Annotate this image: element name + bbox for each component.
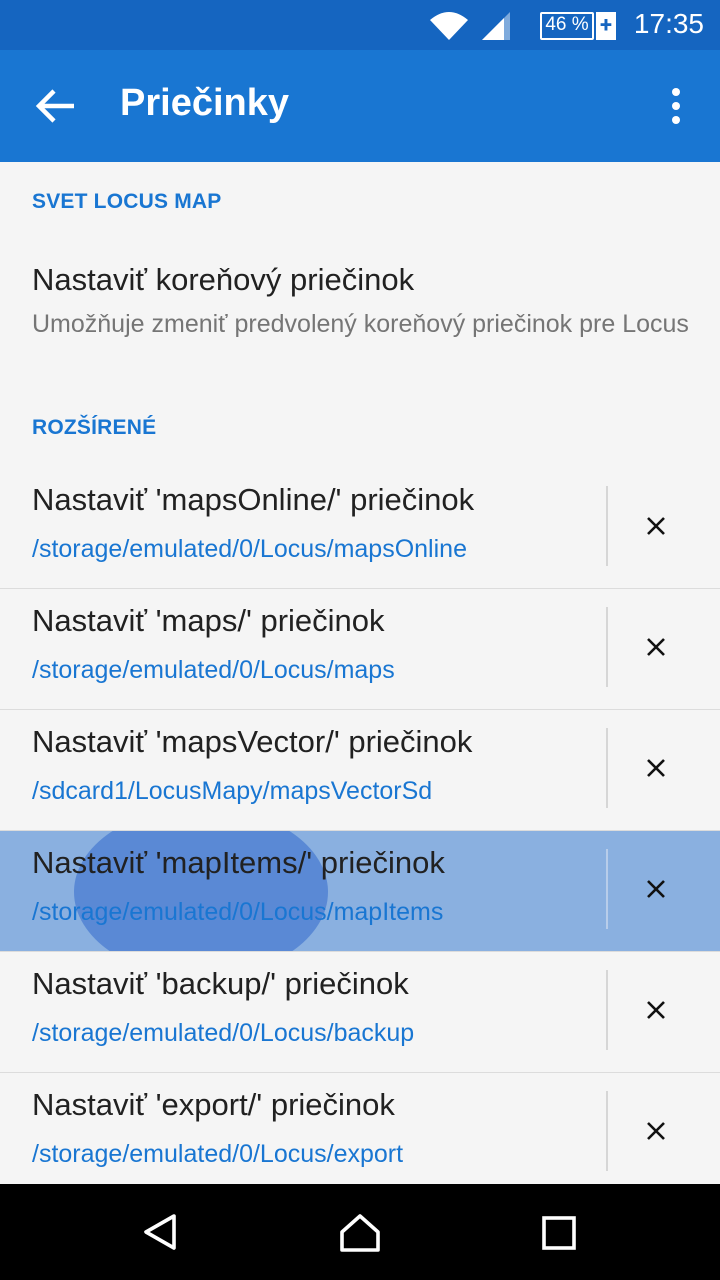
close-icon[interactable] [642, 875, 670, 903]
close-icon[interactable] [642, 754, 670, 782]
battery-percent: 46 % [545, 14, 589, 35]
folder-row-maps[interactable]: Nastaviť 'maps/' priečinok /storage/emul… [0, 589, 720, 710]
folder-row-title: Nastaviť 'mapItems/' priečinok [32, 845, 445, 880]
row-divider [606, 728, 608, 808]
close-icon[interactable] [642, 633, 670, 661]
cellular-signal-icon [482, 12, 510, 40]
settings-list[interactable]: SVET LOCUS MAP Nastaviť koreňový priečin… [0, 162, 720, 1184]
nav-back-icon[interactable] [138, 1210, 182, 1254]
folder-row-path: /storage/emulated/0/Locus/maps [32, 656, 395, 684]
folder-row-path: /storage/emulated/0/Locus/backup [32, 1019, 415, 1047]
folder-row-backup[interactable]: Nastaviť 'backup/' priečinok /storage/em… [0, 952, 720, 1073]
row-divider [606, 1091, 608, 1171]
folder-row-mapitems[interactable]: Nastaviť 'mapItems/' priečinok /storage/… [0, 831, 720, 952]
page-title: Priečinky [120, 82, 289, 124]
more-vertical-icon[interactable] [662, 86, 690, 126]
folder-row-title: Nastaviť 'mapsOnline/' priečinok [32, 482, 475, 517]
folder-row-path: /storage/emulated/0/Locus/export [32, 1140, 404, 1168]
folder-row-mapsonline[interactable]: Nastaviť 'mapsOnline/' priečinok /storag… [0, 468, 720, 589]
folder-row-mapsvector[interactable]: Nastaviť 'mapsVector/' priečinok /sdcard… [0, 710, 720, 831]
pref-root-folder-title: Nastaviť koreňový priečinok [32, 262, 415, 297]
row-divider [606, 486, 608, 566]
folder-row-title: Nastaviť 'maps/' priečinok [32, 603, 385, 638]
status-time: 17:35 [633, 8, 704, 39]
folder-row-path: /sdcard1/LocusMapy/mapsVectorSd [32, 777, 433, 805]
section-header-rozsirene: ROZŠÍRENÉ [32, 416, 157, 439]
folder-row-path: /storage/emulated/0/Locus/mapsOnline [32, 535, 467, 563]
folder-row-title: Nastaviť 'export/' priečinok [32, 1087, 395, 1122]
close-icon[interactable] [642, 512, 670, 540]
navigation-bar [0, 1184, 720, 1280]
pref-root-folder-summary: Umožňuje zmeniť predvolený koreňový prie… [32, 310, 689, 338]
nav-home-icon[interactable] [338, 1210, 382, 1254]
row-divider [606, 970, 608, 1050]
row-divider [606, 849, 608, 929]
nav-recents-icon[interactable] [540, 1214, 578, 1252]
section-header-svet: SVET LOCUS MAP [32, 190, 222, 213]
wifi-icon [430, 12, 468, 40]
close-icon[interactable] [642, 996, 670, 1024]
close-icon[interactable] [642, 1117, 670, 1145]
battery-icon: 46 % + [540, 12, 618, 40]
folder-row-title: Nastaviť 'backup/' priečinok [32, 966, 409, 1001]
arrow-back-icon[interactable] [34, 86, 78, 126]
row-divider [606, 607, 608, 687]
folder-row-title: Nastaviť 'mapsVector/' priečinok [32, 724, 473, 759]
status-bar: 46 % + 17:35 [0, 0, 720, 50]
charging-icon: + [596, 12, 616, 40]
app-bar: Priečinky [0, 50, 720, 162]
folder-row-export[interactable]: Nastaviť 'export/' priečinok /storage/em… [0, 1073, 720, 1184]
folder-row-path: /storage/emulated/0/Locus/mapItems [32, 898, 444, 926]
